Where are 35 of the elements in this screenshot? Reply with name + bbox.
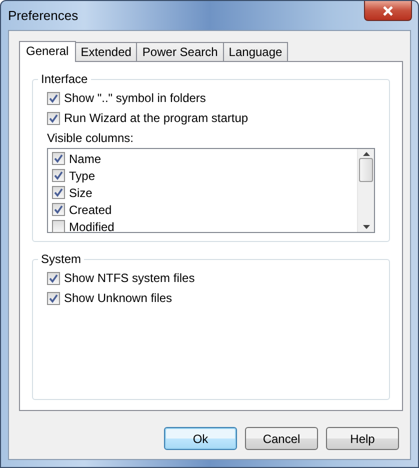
checkbox-label[interactable]: Show NTFS system files — [64, 271, 195, 285]
checkbox-label[interactable]: Name — [69, 152, 102, 166]
tab[interactable]: Language — [222, 42, 288, 61]
tab[interactable]: Extended — [74, 42, 138, 61]
checkbox[interactable] — [52, 220, 65, 233]
window-title: Preferences — [8, 8, 78, 23]
close-button[interactable] — [364, 1, 412, 21]
checkbox-label[interactable]: Size — [69, 186, 92, 200]
dialog-button[interactable]: Help — [326, 427, 399, 450]
checkbox[interactable] — [52, 152, 65, 165]
scrollbar[interactable] — [357, 149, 374, 232]
checkbox[interactable] — [47, 272, 60, 284]
checkbox-label[interactable]: Modified — [69, 220, 114, 234]
list-label: Visible columns: — [47, 131, 134, 145]
checkbox-label[interactable]: Type — [69, 168, 96, 182]
checkbox-label[interactable]: Show Unknown files — [64, 291, 172, 305]
checkbox[interactable] — [47, 112, 60, 124]
group-title: System — [41, 252, 82, 266]
checkbox[interactable] — [52, 169, 65, 182]
tab[interactable]: General — [19, 41, 76, 62]
dialog-button[interactable]: Ok — [164, 427, 237, 450]
column-list[interactable]: Name Type Size Created Modified — [47, 148, 375, 233]
checkbox-label[interactable]: Run Wizard at the program startup — [64, 111, 248, 125]
checkbox-label[interactable]: Show ".." symbol in folders — [64, 91, 206, 105]
group-title: Interface — [41, 72, 88, 86]
scroll-down-icon[interactable] — [362, 225, 370, 229]
close-icon — [382, 6, 394, 16]
checkbox[interactable] — [47, 92, 60, 104]
checkbox[interactable] — [52, 203, 65, 216]
dialog-button[interactable]: Cancel — [245, 427, 318, 450]
checkbox-label[interactable]: Created — [69, 202, 112, 216]
checkbox[interactable] — [52, 186, 65, 199]
scrollbar-thumb[interactable] — [359, 158, 373, 182]
checkbox[interactable] — [47, 292, 60, 304]
tab[interactable]: Power Search — [136, 42, 224, 61]
